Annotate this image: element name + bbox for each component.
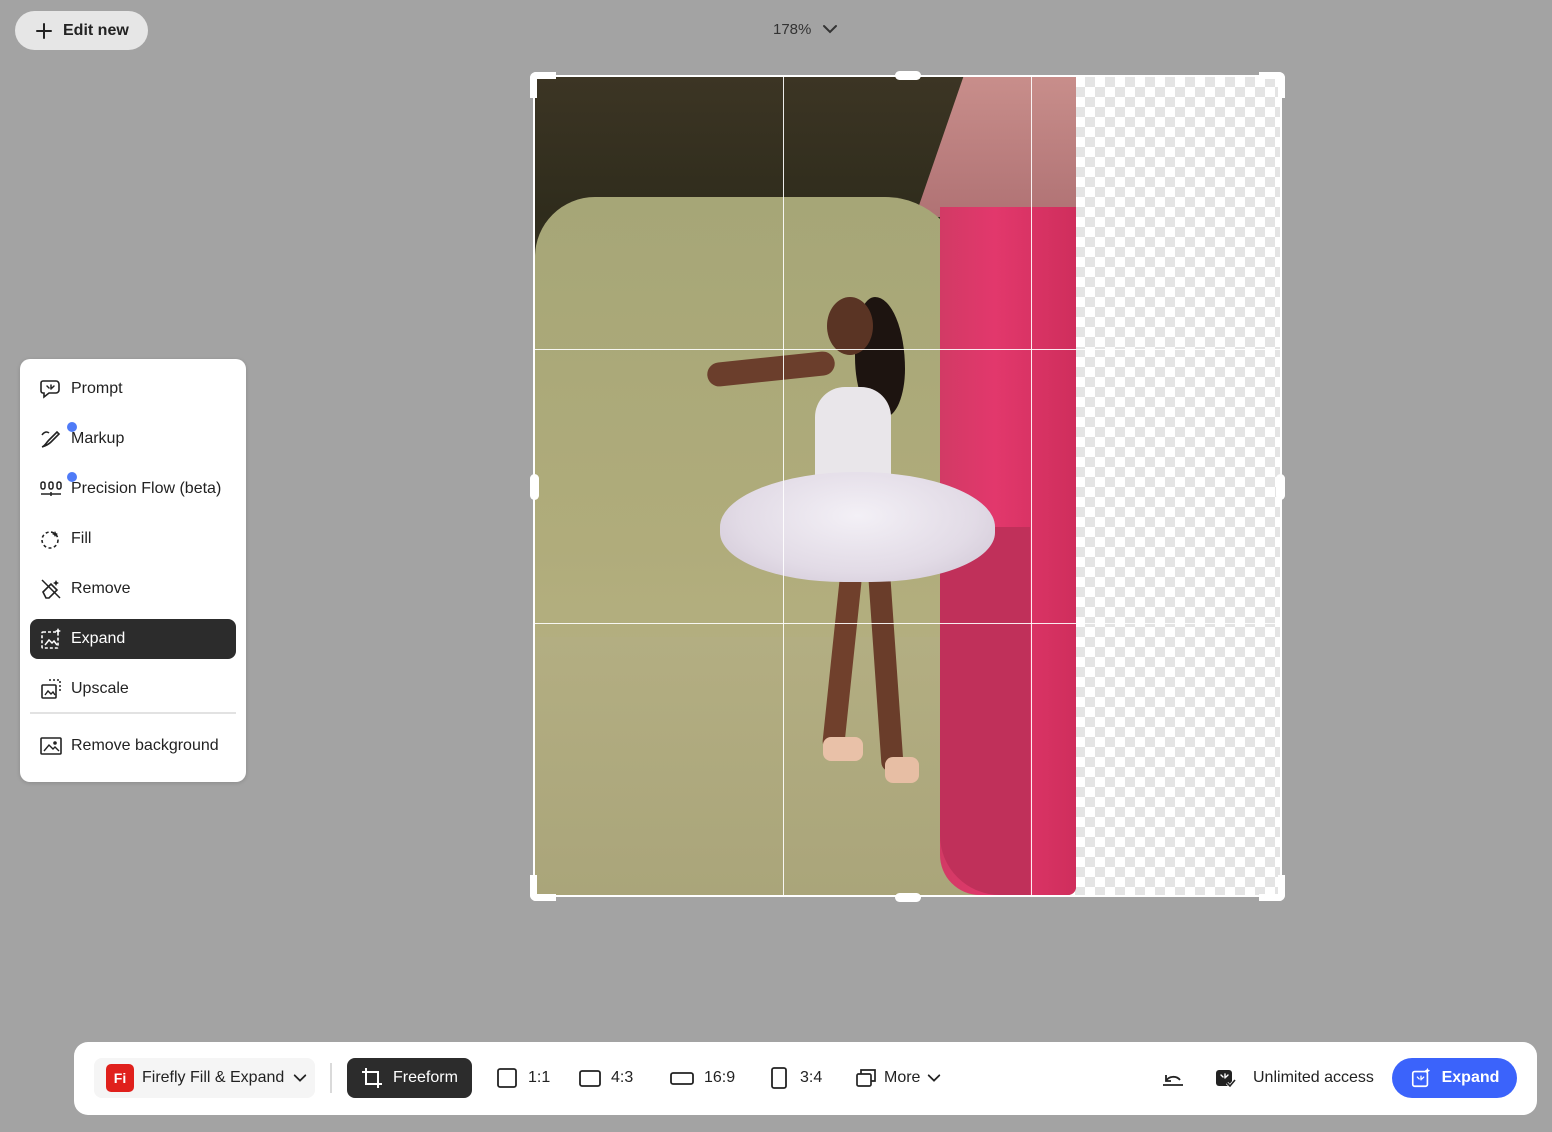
grid-line bbox=[783, 77, 784, 895]
tool-precision-flow[interactable]: Precision Flow (beta) bbox=[30, 469, 236, 509]
edit-new-label: Edit new bbox=[63, 21, 129, 39]
expand-icon bbox=[41, 628, 61, 649]
tool-label: Markup bbox=[71, 430, 125, 447]
toolbar-divider bbox=[330, 1063, 332, 1093]
app-name: Firefly Fill & Expand bbox=[142, 1069, 285, 1086]
new-badge-dot bbox=[67, 472, 77, 482]
chevron-down-icon bbox=[928, 1074, 941, 1082]
tool-label: Precision Flow (beta) bbox=[71, 480, 222, 497]
grid-line bbox=[1031, 77, 1032, 895]
aspect-16-9-button[interactable]: 16:9 bbox=[670, 1058, 735, 1098]
chevron-down-icon bbox=[823, 25, 838, 34]
tool-remove-background[interactable]: Remove background bbox=[30, 726, 236, 766]
upscale-icon bbox=[41, 679, 61, 699]
tool-label: Fill bbox=[71, 530, 92, 547]
landscape-16-9-icon bbox=[670, 1072, 694, 1085]
menu-divider bbox=[30, 712, 236, 714]
crop-handle-top-right[interactable] bbox=[1259, 72, 1285, 98]
firefly-logo: Fi bbox=[106, 1064, 134, 1092]
tool-label: Upscale bbox=[71, 680, 129, 697]
edit-new-button[interactable]: Edit new bbox=[15, 11, 148, 50]
undo-button[interactable] bbox=[1161, 1058, 1185, 1098]
crop-handle-bottom-right[interactable] bbox=[1259, 875, 1285, 901]
tool-label: Remove bbox=[71, 580, 131, 597]
zoom-level: 178% bbox=[773, 20, 812, 38]
zoom-dropdown[interactable]: 178% bbox=[773, 20, 839, 38]
plus-icon bbox=[36, 22, 52, 39]
aspect-label: 4:3 bbox=[611, 1069, 634, 1086]
expand-button[interactable]: Expand bbox=[1392, 1058, 1517, 1098]
source-photo bbox=[535, 77, 1076, 895]
generative-credits-icon bbox=[1216, 1070, 1236, 1089]
image-canvas[interactable] bbox=[535, 77, 1280, 895]
tools-menu: Prompt Markup Precision Flow (beta) Fill… bbox=[20, 359, 246, 782]
more-label: More bbox=[884, 1069, 921, 1086]
aspect-freeform-button[interactable]: Freeform bbox=[347, 1058, 472, 1098]
bottom-toolbar: Fi Firefly Fill & Expand Freeform 1:1 4:… bbox=[74, 1042, 1537, 1115]
tool-label: Prompt bbox=[71, 380, 123, 397]
grid-line bbox=[535, 349, 1280, 350]
aspect-4-3-button[interactable]: 4:3 bbox=[579, 1058, 633, 1098]
new-badge-dot bbox=[67, 422, 77, 432]
tool-label: Remove background bbox=[71, 737, 219, 754]
access-status: Unlimited access bbox=[1253, 1069, 1374, 1086]
chevron-down-icon bbox=[294, 1074, 307, 1082]
square-icon bbox=[497, 1068, 517, 1088]
landscape-4-3-icon bbox=[579, 1070, 601, 1087]
tool-label: Expand bbox=[71, 630, 126, 647]
aspect-label: 3:4 bbox=[800, 1069, 823, 1086]
aspect-label: 1:1 bbox=[528, 1069, 551, 1086]
expand-icon bbox=[1411, 1067, 1430, 1088]
tool-prompt[interactable]: Prompt bbox=[30, 369, 236, 409]
markup-icon bbox=[41, 430, 61, 448]
tool-expand[interactable]: Expand bbox=[30, 619, 236, 659]
tool-upscale[interactable]: Upscale bbox=[30, 669, 236, 709]
prompt-icon bbox=[40, 380, 60, 399]
remove-background-icon bbox=[40, 737, 62, 755]
credits-icon-button[interactable] bbox=[1214, 1058, 1236, 1098]
crop-icon bbox=[362, 1068, 382, 1088]
tool-remove[interactable]: Remove bbox=[30, 569, 236, 609]
tool-markup[interactable]: Markup bbox=[30, 419, 236, 459]
aspect-label: 16:9 bbox=[704, 1069, 736, 1086]
undo-icon bbox=[1163, 1075, 1183, 1086]
crop-handle-left[interactable] bbox=[530, 474, 539, 500]
more-ratios-icon bbox=[856, 1069, 876, 1087]
aspect-label: Freeform bbox=[393, 1069, 458, 1086]
more-aspect-dropdown[interactable]: More bbox=[856, 1058, 942, 1098]
crop-handle-top[interactable] bbox=[895, 71, 921, 80]
tool-fill[interactable]: Fill bbox=[30, 519, 236, 559]
aspect-3-4-button[interactable]: 3:4 bbox=[768, 1058, 822, 1098]
grid-line bbox=[535, 623, 1280, 624]
app-switcher-dropdown[interactable]: Fi Firefly Fill & Expand bbox=[94, 1058, 315, 1098]
crop-handle-top-left[interactable] bbox=[530, 72, 556, 98]
precision-flow-icon bbox=[40, 481, 62, 496]
aspect-1-1-button[interactable]: 1:1 bbox=[496, 1058, 550, 1098]
crop-handle-bottom-left[interactable] bbox=[530, 875, 556, 901]
remove-icon bbox=[41, 579, 61, 599]
portrait-3-4-icon bbox=[771, 1067, 787, 1089]
fill-icon bbox=[41, 531, 59, 549]
crop-handle-bottom[interactable] bbox=[895, 893, 921, 902]
crop-handle-right[interactable] bbox=[1276, 474, 1285, 500]
expand-label: Expand bbox=[1441, 1069, 1500, 1086]
